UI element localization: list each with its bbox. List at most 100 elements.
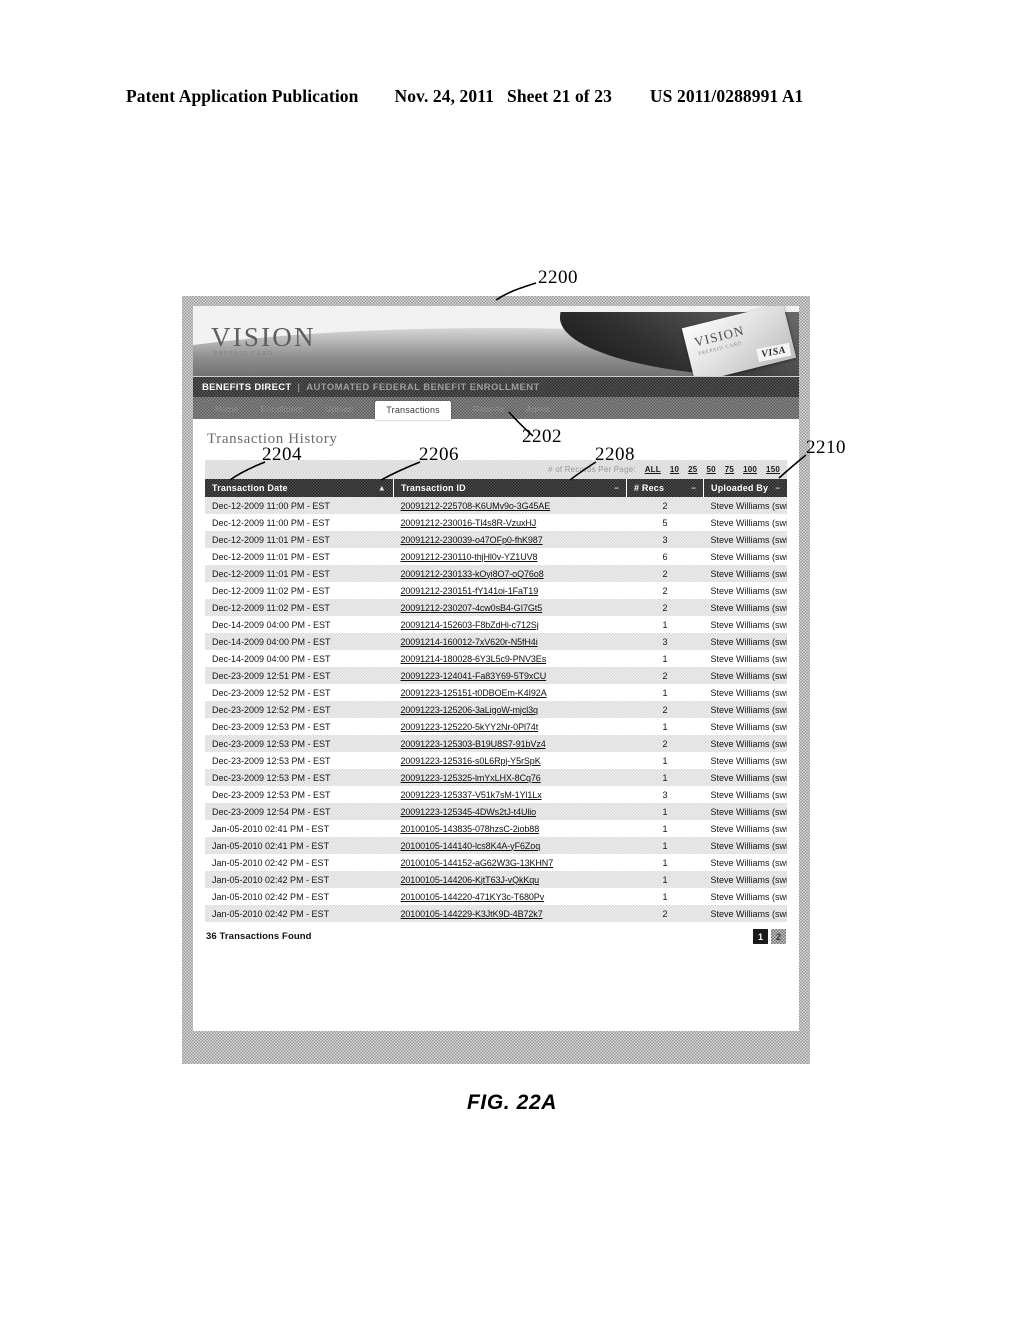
cell-num-recs: 1 [662,806,668,817]
cell-transaction-date: Dec-23-2009 12:51 PM - EST [212,670,331,681]
transaction-id-link[interactable]: 20091214-180028-6Y3L5c9-PNV3Es [401,654,547,664]
pagination-page-2[interactable]: 2 [771,929,786,944]
brand-tagline: AUTOMATED FEDERAL BENEFIT ENROLLMENT [306,381,540,393]
publication-label: Patent Application Publication [126,86,359,106]
table-row: Jan-05-2010 02:42 PM - EST 20100105-14415… [205,854,787,871]
transaction-id-link[interactable]: 20100105-144140-lcs8K4A-yF6Zoq [401,841,541,851]
records-per-page-50[interactable]: 50 [706,465,715,474]
transaction-id-link[interactable]: 20091223-125220-5kYY2Nr-0Pl74t [401,722,539,732]
main-navigation: Home Enrollment Upload Transactions Repo… [193,397,799,420]
cell-transaction-id: 20100105-144140-lcs8K4A-yF6Zoq [394,837,627,854]
table-row: Dec-12-2009 11:01 PM - EST 20091212-23011… [205,548,787,565]
transaction-id-link[interactable]: 20091212-230039-o47OFp0-fhK987 [401,535,543,545]
nav-item-enrollment[interactable]: Enrollment [260,404,303,419]
callout-2206: 2206 [419,444,459,465]
transaction-id-link[interactable]: 20100105-144220-471KY3c-T680Pv [401,892,545,902]
column-header-transaction-id-label: Transaction ID [401,483,466,493]
transaction-id-link[interactable]: 20091223-125151-t0DBOEm-K4I92A [401,688,547,698]
cell-transaction-id: 20100105-144220-471KY3c-T680Pv [394,888,627,905]
cell-transaction-id: 20091212-230151-fY141oi-1FaT19 [394,582,627,599]
cell-transaction-id: 20091223-125325-lmYxLHX-8Cq76 [394,769,627,786]
records-per-page-75[interactable]: 75 [725,465,734,474]
records-per-page-100[interactable]: 100 [743,465,757,474]
cell-transaction-date: Dec-12-2009 11:01 PM - EST [212,534,330,545]
transaction-id-link[interactable]: 20091212-230207-4cw0sB4-GI7Gt5 [401,603,543,613]
transaction-id-link[interactable]: 20100105-143835-078hzsC-2iob88 [401,824,540,834]
transaction-id-link[interactable]: 20091223-125337-V51k7sM-1Yl1Lx [401,790,542,800]
table-header: Transaction Date ▲ Transaction ID – # Re… [205,479,787,497]
cell-num-recs: 1 [662,721,668,732]
transaction-id-link[interactable]: 20091212-230110-thjHl0v-YZ1UV8 [401,552,538,562]
sort-none-icon: – [614,483,619,493]
site-banner: VISION PREPAID CARD VISION PREPAID CARD … [193,306,799,377]
cell-uploaded-by: Steve Williams (swilliams) [710,704,788,715]
cell-transaction-date: Dec-23-2009 12:52 PM - EST [212,704,331,715]
cell-transaction-id: 20091214-152603-F8bZdHi-c712Sj [394,616,627,633]
cell-num-recs: 1 [662,619,668,630]
table-row: Dec-12-2009 11:02 PM - EST 20091212-23015… [205,582,787,599]
transaction-id-link[interactable]: 20091223-125345-4DWs2tJ-t4Ulio [401,807,537,817]
cell-num-recs: 1 [662,687,668,698]
transaction-id-link[interactable]: 20091223-124041-Fa83Y69-5T9xCU [401,671,547,681]
transaction-id-link[interactable]: 20100105-144229-K3JtK9D-4B72k7 [401,909,543,919]
records-per-page-all[interactable]: ALL [645,465,661,474]
cell-transaction-date: Dec-14-2009 04:00 PM - EST [212,653,331,664]
transaction-id-link[interactable]: 20091214-152603-F8bZdHi-c712Sj [401,620,539,630]
nav-item-reports[interactable]: Reports [473,404,504,419]
transaction-id-link[interactable]: 20091212-230151-fY141oi-1FaT19 [401,586,539,596]
transaction-id-link[interactable]: 20091212-225708-K6UMv9o-3G45AE [401,501,551,511]
table-row: Dec-14-2009 04:00 PM - EST 20091214-15260… [205,616,787,633]
transaction-id-link[interactable]: 20091223-125316-s0L6Rpj-Y5rSpK [401,756,541,766]
cell-transaction-date: Jan-05-2010 02:41 PM - EST [212,823,330,834]
content-panel: Transaction History # of Records Per Pag… [193,419,799,1031]
cell-uploaded-by: Steve Williams (swilliams) [710,653,788,664]
records-per-page-10[interactable]: 10 [670,465,679,474]
cell-num-recs: 2 [662,568,668,579]
cell-num-recs: 3 [662,789,668,800]
callout-2200: 2200 [538,267,578,288]
table-row: Dec-23-2009 12:52 PM - EST 20091223-12520… [205,701,787,718]
cell-num-recs: 6 [662,551,668,562]
cell-transaction-id: 20091223-125316-s0L6Rpj-Y5rSpK [394,752,627,769]
pagination-page-1[interactable]: 1 [753,929,768,944]
cell-num-recs: 1 [662,823,668,834]
cell-uploaded-by: Steve Williams (swilliams) [710,789,788,800]
cell-transaction-date: Dec-12-2009 11:02 PM - EST [212,585,330,596]
cell-num-recs: 2 [662,738,668,749]
nav-item-admin[interactable]: Admin [526,404,551,419]
transaction-id-link[interactable]: 20091223-125325-lmYxLHX-8Cq76 [401,773,541,783]
transaction-id-link[interactable]: 20091223-125303-B19U8S7-91bVz4 [401,739,546,749]
transaction-id-link[interactable]: 20091212-230133-kOyi8O7-oQ76o8 [401,569,544,579]
nav-item-upload[interactable]: Upload [325,404,353,419]
transaction-id-link[interactable]: 20100105-144152-aG62W3G-13KHN7 [401,858,554,868]
column-header-uploaded-by-label: Uploaded By [711,483,769,493]
column-header-num-recs-label: # Recs [634,483,665,493]
nav-item-transactions[interactable]: Transactions [375,401,451,420]
column-header-num-recs[interactable]: # Recs – [626,479,704,497]
sort-none-icon: – [691,483,696,493]
table-row: Jan-05-2010 02:42 PM - EST 20100105-14420… [205,871,787,888]
cell-transaction-date: Dec-23-2009 12:52 PM - EST [212,687,331,698]
nav-item-home[interactable]: Home [215,404,238,419]
cell-transaction-id: 20091212-230039-o47OFp0-fhK987 [394,531,627,548]
column-header-transaction-id[interactable]: Transaction ID – [393,479,627,497]
records-per-page-150[interactable]: 150 [766,465,780,474]
cell-transaction-date: Jan-05-2010 02:42 PM - EST [212,857,330,868]
cell-num-recs: 1 [662,772,668,783]
column-header-transaction-date[interactable]: Transaction Date ▲ [205,479,394,497]
transaction-id-link[interactable]: 20091212-230016-Tl4s8R-VzuxHJ [401,518,537,528]
callout-2202: 2202 [522,426,562,447]
cell-transaction-date: Jan-05-2010 02:41 PM - EST [212,840,330,851]
cell-transaction-date: Dec-23-2009 12:53 PM - EST [212,755,331,766]
transaction-id-link[interactable]: 20091214-160012-7xV620r-N5fH4i [401,637,538,647]
cell-uploaded-by: Steve Williams (swilliams) [710,755,788,766]
records-per-page-25[interactable]: 25 [688,465,697,474]
cell-transaction-date: Dec-12-2009 11:01 PM - EST [212,568,330,579]
cell-transaction-date: Dec-23-2009 12:54 PM - EST [212,806,331,817]
cell-transaction-date: Dec-23-2009 12:53 PM - EST [212,772,331,783]
cell-num-recs: 1 [662,857,668,868]
transaction-id-link[interactable]: 20091223-125206-3aLigoW-mjcl3q [401,705,539,715]
application-window: VISION PREPAID CARD VISION PREPAID CARD … [182,296,810,1064]
transaction-id-link[interactable]: 20100105-144206-KjtT63J-vQkKqu [401,875,540,885]
column-header-uploaded-by[interactable]: Uploaded By – [703,479,787,497]
